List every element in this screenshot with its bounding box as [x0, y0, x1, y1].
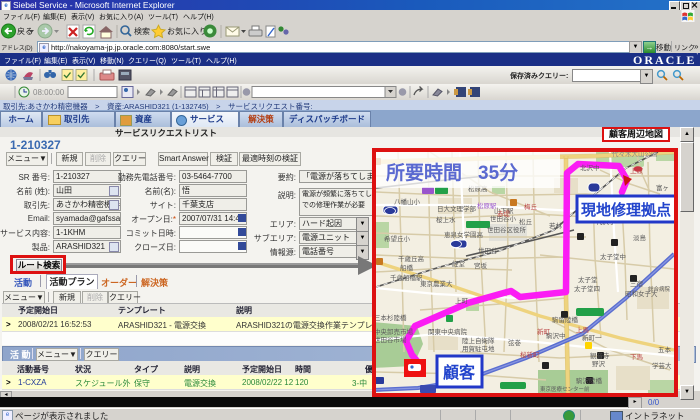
svg-text:淡島: 淡島	[633, 233, 647, 242]
svg-text:08:00:00: 08:00:00	[33, 88, 65, 97]
svg-text:日大文理学部: 日大文理学部	[437, 204, 477, 213]
svg-text:経堂: 経堂	[452, 259, 466, 268]
svg-text:検索: 検索	[134, 26, 150, 36]
svg-text:駒沢中: 駒沢中	[546, 331, 566, 340]
svg-text:世田谷: 世田谷	[478, 246, 498, 255]
svg-text:三本杉陸橋: 三本杉陸橋	[374, 313, 407, 322]
svg-text:八幡山小: 八幡山小	[394, 197, 421, 206]
svg-text:宮坂: 宮坂	[474, 261, 488, 270]
svg-text:松原駅: 松原駅	[477, 201, 497, 210]
svg-text:三宿: 三宿	[630, 279, 644, 288]
svg-text:陸上自衛隊: 陸上自衛隊	[462, 336, 495, 345]
svg-text:顧客: 顧客	[443, 363, 476, 382]
svg-text:中央卸売市場: 中央卸売市場	[374, 327, 414, 336]
svg-text:松丘: 松丘	[519, 217, 533, 226]
svg-text:下馬: 下馬	[630, 353, 644, 361]
svg-text:船橋: 船橋	[400, 263, 414, 272]
svg-text:東京農業大: 東京農業大	[420, 279, 453, 288]
svg-text:駒留陸橋: 駒留陸橋	[552, 315, 579, 324]
svg-text:野沢: 野沢	[592, 359, 606, 368]
svg-text:35分: 35分	[478, 162, 518, 184]
svg-text:五本: 五本	[658, 345, 672, 354]
svg-text:用賀駐屯地: 用賀駐屯地	[462, 344, 495, 353]
svg-text:東京医療センター前: 東京医療センター前	[540, 385, 590, 393]
svg-text:太子堂中: 太子堂中	[600, 252, 626, 261]
svg-text:上馬: 上馬	[576, 325, 590, 334]
svg-text:希望丘小: 希望丘小	[384, 234, 411, 243]
svg-text:観音寺: 観音寺	[590, 351, 610, 360]
svg-text:お気に入り: お気に入り	[167, 26, 207, 36]
svg-text:桜上水: 桜上水	[436, 215, 456, 224]
svg-text:現地修理拠点: 現地修理拠点	[581, 201, 671, 219]
svg-text:新町一: 新町一	[582, 333, 602, 342]
svg-text:千歳丘高: 千歳丘高	[398, 254, 425, 263]
svg-text:学芸大: 学芸大	[652, 361, 672, 370]
svg-text:太子堂四: 太子堂四	[574, 284, 600, 293]
svg-text:梅丘: 梅丘	[524, 202, 538, 211]
svg-text:千歳船橋駅: 千歳船橋駅	[390, 273, 423, 282]
svg-text:若林: 若林	[549, 221, 563, 230]
svg-text:世田谷市場: 世田谷市場	[374, 335, 407, 344]
svg-text:恵泉女学園高: 恵泉女学園高	[444, 230, 484, 239]
svg-text:赤堤: 赤堤	[497, 209, 511, 218]
svg-text:駒沢陸橋: 駒沢陸橋	[576, 376, 603, 385]
svg-text:所要時間: 所要時間	[386, 162, 462, 184]
svg-text:太子堂: 太子堂	[578, 275, 598, 284]
svg-text:桜新町: 桜新町	[520, 350, 540, 359]
svg-text:弦巻: 弦巻	[508, 338, 522, 347]
svg-text:富ヶ: 富ヶ	[656, 183, 669, 192]
svg-text:上原: 上原	[630, 166, 644, 175]
svg-text:世田谷区役所: 世田谷区役所	[487, 225, 527, 234]
svg-text:上町: 上町	[455, 296, 469, 305]
svg-text:関東中央病院: 関東中央病院	[428, 327, 468, 336]
svg-text:総合病院: 総合病院	[648, 285, 671, 293]
svg-text:北沢中: 北沢中	[580, 163, 600, 172]
